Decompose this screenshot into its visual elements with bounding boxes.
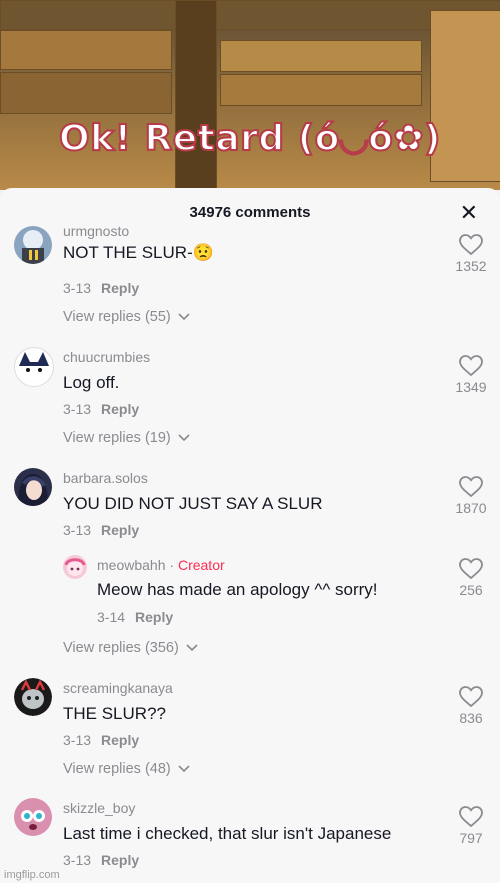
comment-username[interactable]: urmgnosto xyxy=(63,223,129,239)
avatar[interactable] xyxy=(14,226,52,264)
wood-plank xyxy=(0,30,172,70)
comment-date: 3-13 xyxy=(63,852,92,868)
watermark: imgflip.com xyxy=(4,869,60,881)
wood-plank xyxy=(0,0,500,30)
avatar[interactable] xyxy=(14,468,52,506)
wood-beam xyxy=(175,0,217,190)
comment-text: Log off. xyxy=(63,373,120,392)
comment-count: 34976 comments xyxy=(189,204,311,221)
avatar[interactable] xyxy=(63,555,87,579)
comment-meta: 3-13 Reply xyxy=(63,401,139,417)
comment-text: Last time i checked, that slur isn't Jap… xyxy=(63,824,392,843)
view-replies-button[interactable]: View replies (48) xyxy=(63,761,190,777)
comment-date: 3-13 xyxy=(63,401,92,417)
video-caption: Ok! Retard (ό◡ό✿) xyxy=(58,117,441,160)
comment-username[interactable]: screamingkanaya xyxy=(63,680,173,696)
heart-outline-icon xyxy=(459,806,483,828)
wood-plank xyxy=(0,72,172,114)
chevron-down-icon xyxy=(178,434,190,442)
view-replies-label: View replies (48) xyxy=(63,761,171,777)
heart-outline-icon xyxy=(459,234,483,256)
reply-button[interactable]: Reply xyxy=(135,609,173,625)
wood-plank xyxy=(220,40,422,72)
comment-date: 3-14 xyxy=(97,609,126,625)
comment-meta: 3-13 Reply xyxy=(63,522,139,538)
comment-username[interactable]: barbara.solos xyxy=(63,470,148,486)
reply-button[interactable]: Reply xyxy=(101,401,139,417)
avatar[interactable] xyxy=(14,347,54,387)
close-icon[interactable]: ✕ xyxy=(460,200,478,226)
chevron-down-icon xyxy=(186,644,198,652)
separator: · xyxy=(169,557,175,573)
like-count: 1349 xyxy=(455,379,487,395)
reply-button[interactable]: Reply xyxy=(101,732,139,748)
reply-button[interactable]: Reply xyxy=(101,280,139,296)
reply-button[interactable]: Reply xyxy=(101,522,139,538)
reply-username: meowbahh · Creator xyxy=(97,557,225,573)
comment-username[interactable]: skizzle_boy xyxy=(63,800,135,816)
comment-meta: 3-13 Reply xyxy=(63,280,139,296)
view-replies-button[interactable]: View replies (55) xyxy=(63,309,190,325)
comment-meta: 3-13 Reply xyxy=(63,732,139,748)
like-button[interactable]: 1352 xyxy=(449,234,493,274)
heart-outline-icon xyxy=(459,686,483,708)
comment-date: 3-13 xyxy=(63,522,92,538)
like-count: 836 xyxy=(459,710,483,726)
view-replies-label: View replies (19) xyxy=(63,430,171,446)
like-button[interactable]: 797 xyxy=(449,806,493,846)
comment-text: Meow has made an apology ^^ sorry! xyxy=(97,580,378,599)
wood-plank xyxy=(220,74,422,106)
like-button[interactable]: 836 xyxy=(449,686,493,726)
creator-badge: Creator xyxy=(177,557,225,573)
chevron-down-icon xyxy=(178,313,190,321)
view-replies-button[interactable]: View replies (356) xyxy=(63,640,198,656)
like-count: 797 xyxy=(459,830,483,846)
avatar[interactable] xyxy=(14,678,52,716)
comment-username[interactable]: chuucrumbies xyxy=(63,349,150,365)
like-count: 1352 xyxy=(455,258,487,274)
like-button[interactable]: 1349 xyxy=(449,355,493,395)
view-replies-button[interactable]: View replies (19) xyxy=(63,430,190,446)
video-player[interactable]: Ok! Retard (ό◡ό✿) xyxy=(0,0,500,190)
comment-date: 3-13 xyxy=(63,280,92,296)
comment-text: NOT THE SLUR-😟 xyxy=(63,243,214,262)
comment-username[interactable]: meowbahh xyxy=(97,557,166,573)
like-count: 1870 xyxy=(455,500,487,516)
comment-date: 3-13 xyxy=(63,732,92,748)
like-button[interactable]: 256 xyxy=(449,558,493,598)
like-button[interactable]: 1870 xyxy=(449,476,493,516)
reply-button[interactable]: Reply xyxy=(101,852,139,868)
view-replies-label: View replies (55) xyxy=(63,309,171,325)
chevron-down-icon xyxy=(178,765,190,773)
view-replies-label: View replies (356) xyxy=(63,640,179,656)
comment-text: THE SLUR?? xyxy=(63,704,166,723)
heart-outline-icon xyxy=(459,476,483,498)
comments-sheet: 34976 comments ✕ urmgnosto NOT THE SLUR-… xyxy=(0,188,500,883)
like-count: 256 xyxy=(459,582,483,598)
comment-text: YOU DID NOT JUST SAY A SLUR xyxy=(63,494,323,513)
comment-meta: 3-14 Reply xyxy=(97,609,173,625)
heart-outline-icon xyxy=(459,558,483,580)
avatar[interactable] xyxy=(14,798,52,836)
heart-outline-icon xyxy=(459,355,483,377)
comment-meta: 3-13 Reply xyxy=(63,852,139,868)
